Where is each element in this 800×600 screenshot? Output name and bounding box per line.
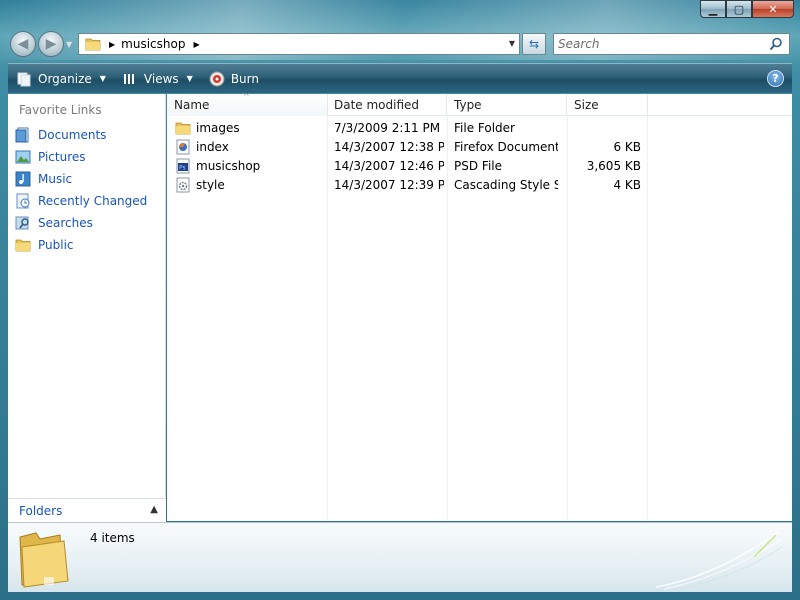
favorite-link-label: Documents: [38, 128, 107, 142]
help-button[interactable]: ?: [767, 70, 784, 87]
favorite-link-label: Searches: [38, 216, 93, 230]
music-icon: [15, 171, 31, 187]
column-header-name[interactable]: Name ^: [167, 92, 328, 116]
documents-icon: [15, 127, 29, 143]
caption-buttons: ▁ ▢ ✕: [700, 0, 794, 20]
file-type: File Folder: [454, 120, 515, 135]
breadcrumb-separator-icon[interactable]: ▶: [193, 40, 199, 49]
file-size: 6 KB: [613, 139, 641, 154]
column-divider: [647, 116, 648, 521]
psd-file-icon: Ps: [176, 158, 190, 173]
svg-text:Ps: Ps: [179, 164, 186, 171]
file-date: 14/3/2007 12:46 PM: [334, 158, 444, 173]
search-input[interactable]: [558, 37, 758, 51]
file-name: images: [196, 120, 240, 135]
search-icon[interactable]: [769, 37, 783, 51]
views-label: Views: [143, 71, 179, 86]
organize-button[interactable]: Organize ▼: [8, 64, 114, 93]
views-dropdown-icon[interactable]: ▼: [187, 74, 193, 83]
address-dropdown-icon[interactable]: ▼: [509, 39, 515, 48]
details-pane: 4 items: [8, 522, 792, 592]
folders-label: Folders: [19, 503, 63, 518]
organize-dropdown-icon: ▼: [99, 74, 106, 83]
css-file-icon: [176, 177, 190, 192]
file-type: PSD File: [454, 158, 502, 173]
refresh-button[interactable]: ⇆: [522, 33, 546, 55]
favorite-link-label: Music: [38, 172, 73, 186]
favorite-links-heading: Favorite Links: [19, 103, 102, 117]
column-header-date-modified[interactable]: Date modified: [327, 94, 447, 116]
file-size: 4 KB: [613, 177, 641, 192]
file-name: index: [196, 139, 229, 154]
searches-icon: [15, 216, 29, 230]
folder-icon: [175, 122, 191, 134]
recently-changed-icon: [16, 193, 30, 209]
breadcrumb-musicshop[interactable]: musicshop: [121, 37, 185, 51]
favorite-link-label: Recently Changed: [38, 194, 148, 208]
close-button[interactable]: ✕: [752, 0, 794, 18]
back-arrow-icon: ◀: [17, 36, 29, 52]
forward-arrow-icon: ▶: [45, 36, 57, 52]
item-count: 4 items: [90, 531, 135, 545]
file-type: Cascading Style S...: [454, 177, 558, 192]
recent-pages-dropdown[interactable]: ▼: [66, 40, 72, 49]
file-size: 3,605 KB: [586, 158, 641, 173]
file-name: musicshop: [196, 158, 261, 173]
folder-icon: [85, 38, 101, 51]
file-list-pane: Name ^ Date modified Type Size images 7/…: [167, 92, 792, 521]
public-folder-icon: [15, 239, 31, 252]
file-row-index[interactable]: index 14/3/2007 12:38 PM Firefox Documen…: [167, 137, 647, 156]
favorite-link-searches[interactable]: Searches: [8, 212, 166, 234]
folders-toggle[interactable]: Folders ▲: [8, 498, 166, 522]
views-button[interactable]: Views ▼: [114, 64, 201, 93]
burn-disc-icon: [209, 71, 225, 86]
chevron-up-icon[interactable]: ▲: [150, 504, 158, 515]
file-row-musicshop[interactable]: Ps musicshop 14/3/2007 12:46 PM PSD File…: [167, 156, 647, 175]
refresh-icon: ⇆: [528, 37, 540, 51]
favorite-link-pictures[interactable]: Pictures: [8, 146, 166, 168]
organize-label: Organize: [38, 71, 92, 86]
back-button[interactable]: ◀: [10, 31, 36, 57]
favorite-link-label: Pictures: [38, 150, 86, 164]
file-date: 14/3/2007 12:39 PM: [334, 177, 444, 192]
file-type: Firefox Document: [454, 139, 558, 154]
views-icon: [123, 73, 134, 84]
search-box[interactable]: [553, 33, 790, 55]
minimize-button[interactable]: ▁: [700, 0, 726, 18]
favorite-links-list: Documents Pictures Music Recently Change…: [8, 124, 166, 256]
file-row-images[interactable]: images 7/3/2009 2:11 PM File Folder: [167, 118, 647, 137]
file-size: [567, 118, 641, 137]
decorative-swoosh-icon: [655, 531, 783, 591]
command-bar: Organize ▼ Views ▼ Burn ?: [8, 63, 792, 93]
help-icon: ?: [772, 72, 779, 85]
pictures-icon: [15, 150, 31, 164]
file-name: style: [196, 177, 225, 192]
favorite-link-recently-changed[interactable]: Recently Changed: [8, 190, 166, 212]
file-row-style[interactable]: style 14/3/2007 12:39 PM Cascading Style…: [167, 175, 647, 194]
folder-icon: [19, 532, 69, 588]
breadcrumb-separator-icon[interactable]: ▶: [109, 40, 115, 49]
column-header-type[interactable]: Type: [447, 94, 567, 116]
maximize-button[interactable]: ▢: [726, 0, 752, 18]
sort-ascending-icon: ^: [243, 92, 250, 101]
address-bar[interactable]: ▶ musicshop ▶ ▼: [78, 33, 520, 55]
forward-button[interactable]: ▶: [38, 31, 64, 57]
favorite-link-public[interactable]: Public: [8, 234, 166, 256]
organize-icon: [17, 72, 31, 86]
navigation-pane: Favorite Links Documents Pictures Music: [8, 94, 166, 522]
column-header-size[interactable]: Size: [567, 94, 648, 116]
favorite-link-label: Public: [38, 238, 74, 252]
file-date: 14/3/2007 12:38 PM: [334, 139, 444, 154]
column-headers: Name ^ Date modified Type Size: [167, 92, 792, 116]
burn-button[interactable]: Burn: [201, 64, 267, 93]
html-file-icon: [176, 139, 190, 154]
favorite-link-documents[interactable]: Documents: [8, 124, 166, 146]
burn-label: Burn: [230, 71, 259, 86]
file-date: 7/3/2009 2:11 PM: [334, 120, 441, 135]
favorite-link-music[interactable]: Music: [8, 168, 166, 190]
